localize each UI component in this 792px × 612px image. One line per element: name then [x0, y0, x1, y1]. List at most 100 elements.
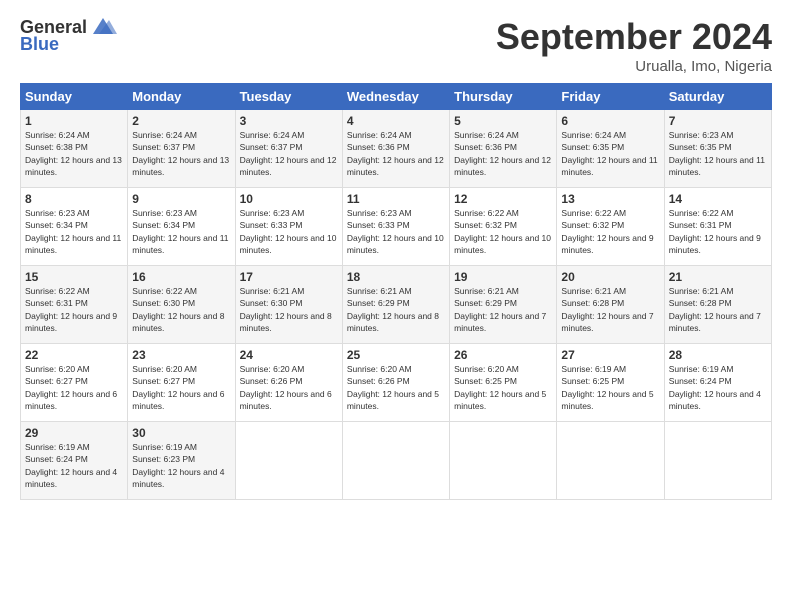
sunrise-label: Sunrise: 6:24 AM	[132, 130, 197, 140]
sunset-label: Sunset: 6:31 PM	[25, 298, 88, 308]
day-number: 3	[240, 114, 338, 128]
sunrise-label: Sunrise: 6:20 AM	[25, 364, 90, 374]
daylight-label: Daylight: 12 hours and 9 minutes.	[561, 233, 653, 255]
sunrise-label: Sunrise: 6:21 AM	[669, 286, 734, 296]
day-number: 28	[669, 348, 767, 362]
calendar-day-cell	[342, 422, 449, 500]
weekday-header-wednesday: Wednesday	[342, 84, 449, 110]
sunrise-label: Sunrise: 6:24 AM	[347, 130, 412, 140]
daylight-label: Daylight: 12 hours and 4 minutes.	[669, 389, 761, 411]
calendar-day-cell: 12Sunrise: 6:22 AMSunset: 6:32 PMDayligh…	[450, 188, 557, 266]
cell-content: Sunrise: 6:19 AMSunset: 6:23 PMDaylight:…	[132, 441, 230, 490]
calendar-week-row: 8Sunrise: 6:23 AMSunset: 6:34 PMDaylight…	[21, 188, 772, 266]
calendar-day-cell: 17Sunrise: 6:21 AMSunset: 6:30 PMDayligh…	[235, 266, 342, 344]
day-number: 8	[25, 192, 123, 206]
daylight-label: Daylight: 12 hours and 8 minutes.	[347, 311, 439, 333]
cell-content: Sunrise: 6:22 AMSunset: 6:31 PMDaylight:…	[669, 207, 767, 256]
daylight-label: Daylight: 12 hours and 10 minutes.	[347, 233, 444, 255]
sunset-label: Sunset: 6:26 PM	[240, 376, 303, 386]
daylight-label: Daylight: 12 hours and 8 minutes.	[132, 311, 224, 333]
cell-content: Sunrise: 6:21 AMSunset: 6:28 PMDaylight:…	[561, 285, 659, 334]
location-subtitle: Urualla, Imo, Nigeria	[496, 58, 772, 75]
cell-content: Sunrise: 6:20 AMSunset: 6:25 PMDaylight:…	[454, 363, 552, 412]
calendar-day-cell	[450, 422, 557, 500]
calendar-day-cell: 25Sunrise: 6:20 AMSunset: 6:26 PMDayligh…	[342, 344, 449, 422]
calendar-day-cell: 21Sunrise: 6:21 AMSunset: 6:28 PMDayligh…	[664, 266, 771, 344]
cell-content: Sunrise: 6:24 AMSunset: 6:38 PMDaylight:…	[25, 129, 123, 178]
day-number: 13	[561, 192, 659, 206]
day-number: 24	[240, 348, 338, 362]
sunset-label: Sunset: 6:29 PM	[454, 298, 517, 308]
sunset-label: Sunset: 6:24 PM	[669, 376, 732, 386]
cell-content: Sunrise: 6:22 AMSunset: 6:30 PMDaylight:…	[132, 285, 230, 334]
cell-content: Sunrise: 6:22 AMSunset: 6:32 PMDaylight:…	[561, 207, 659, 256]
sunset-label: Sunset: 6:26 PM	[347, 376, 410, 386]
calendar-table: SundayMondayTuesdayWednesdayThursdayFrid…	[20, 83, 772, 500]
calendar-day-cell: 2Sunrise: 6:24 AMSunset: 6:37 PMDaylight…	[128, 110, 235, 188]
weekday-header-monday: Monday	[128, 84, 235, 110]
cell-content: Sunrise: 6:21 AMSunset: 6:28 PMDaylight:…	[669, 285, 767, 334]
sunrise-label: Sunrise: 6:23 AM	[132, 208, 197, 218]
daylight-label: Daylight: 12 hours and 9 minutes.	[669, 233, 761, 255]
sunrise-label: Sunrise: 6:20 AM	[132, 364, 197, 374]
cell-content: Sunrise: 6:24 AMSunset: 6:36 PMDaylight:…	[454, 129, 552, 178]
calendar-week-row: 1Sunrise: 6:24 AMSunset: 6:38 PMDaylight…	[21, 110, 772, 188]
weekday-header-sunday: Sunday	[21, 84, 128, 110]
cell-content: Sunrise: 6:19 AMSunset: 6:24 PMDaylight:…	[25, 441, 123, 490]
sunrise-label: Sunrise: 6:19 AM	[132, 442, 197, 452]
sunset-label: Sunset: 6:31 PM	[669, 220, 732, 230]
day-number: 7	[669, 114, 767, 128]
day-number: 18	[347, 270, 445, 284]
calendar-day-cell: 18Sunrise: 6:21 AMSunset: 6:29 PMDayligh…	[342, 266, 449, 344]
calendar-day-cell: 6Sunrise: 6:24 AMSunset: 6:35 PMDaylight…	[557, 110, 664, 188]
cell-content: Sunrise: 6:21 AMSunset: 6:30 PMDaylight:…	[240, 285, 338, 334]
calendar-day-cell: 26Sunrise: 6:20 AMSunset: 6:25 PMDayligh…	[450, 344, 557, 422]
daylight-label: Daylight: 12 hours and 6 minutes.	[132, 389, 224, 411]
sunrise-label: Sunrise: 6:22 AM	[25, 286, 90, 296]
calendar-day-cell: 13Sunrise: 6:22 AMSunset: 6:32 PMDayligh…	[557, 188, 664, 266]
day-number: 27	[561, 348, 659, 362]
calendar-page: General Blue September 2024 Urualla, Imo…	[0, 0, 792, 612]
calendar-day-cell	[235, 422, 342, 500]
sunset-label: Sunset: 6:30 PM	[240, 298, 303, 308]
title-block: September 2024 Urualla, Imo, Nigeria	[496, 16, 772, 75]
sunset-label: Sunset: 6:38 PM	[25, 142, 88, 152]
calendar-week-row: 22Sunrise: 6:20 AMSunset: 6:27 PMDayligh…	[21, 344, 772, 422]
calendar-day-cell: 24Sunrise: 6:20 AMSunset: 6:26 PMDayligh…	[235, 344, 342, 422]
calendar-day-cell: 7Sunrise: 6:23 AMSunset: 6:35 PMDaylight…	[664, 110, 771, 188]
day-number: 20	[561, 270, 659, 284]
sunset-label: Sunset: 6:34 PM	[25, 220, 88, 230]
logo: General Blue	[20, 16, 117, 55]
logo-icon	[89, 16, 117, 38]
cell-content: Sunrise: 6:20 AMSunset: 6:26 PMDaylight:…	[347, 363, 445, 412]
day-number: 2	[132, 114, 230, 128]
calendar-day-cell: 30Sunrise: 6:19 AMSunset: 6:23 PMDayligh…	[128, 422, 235, 500]
sunrise-label: Sunrise: 6:20 AM	[240, 364, 305, 374]
sunrise-label: Sunrise: 6:20 AM	[347, 364, 412, 374]
sunrise-label: Sunrise: 6:22 AM	[561, 208, 626, 218]
header: General Blue September 2024 Urualla, Imo…	[20, 16, 772, 75]
daylight-label: Daylight: 12 hours and 10 minutes.	[240, 233, 337, 255]
cell-content: Sunrise: 6:19 AMSunset: 6:25 PMDaylight:…	[561, 363, 659, 412]
sunset-label: Sunset: 6:29 PM	[347, 298, 410, 308]
daylight-label: Daylight: 12 hours and 12 minutes.	[454, 155, 551, 177]
cell-content: Sunrise: 6:20 AMSunset: 6:26 PMDaylight:…	[240, 363, 338, 412]
sunset-label: Sunset: 6:33 PM	[347, 220, 410, 230]
daylight-label: Daylight: 12 hours and 11 minutes.	[669, 155, 765, 177]
cell-content: Sunrise: 6:24 AMSunset: 6:37 PMDaylight:…	[132, 129, 230, 178]
sunrise-label: Sunrise: 6:19 AM	[561, 364, 626, 374]
sunset-label: Sunset: 6:36 PM	[347, 142, 410, 152]
sunset-label: Sunset: 6:25 PM	[454, 376, 517, 386]
cell-content: Sunrise: 6:23 AMSunset: 6:34 PMDaylight:…	[132, 207, 230, 256]
day-number: 11	[347, 192, 445, 206]
day-number: 1	[25, 114, 123, 128]
daylight-label: Daylight: 12 hours and 4 minutes.	[132, 467, 224, 489]
cell-content: Sunrise: 6:19 AM Sunset: 6:24 PM Daylight:…	[669, 363, 767, 412]
weekday-header-tuesday: Tuesday	[235, 84, 342, 110]
calendar-day-cell: 9Sunrise: 6:23 AMSunset: 6:34 PMDaylight…	[128, 188, 235, 266]
sunrise-label: Sunrise: 6:19 AM	[669, 364, 734, 374]
sunset-label: Sunset: 6:33 PM	[240, 220, 303, 230]
daylight-label: Daylight: 12 hours and 13 minutes.	[25, 155, 122, 177]
sunrise-label: Sunrise: 6:21 AM	[454, 286, 519, 296]
calendar-day-cell: 23Sunrise: 6:20 AMSunset: 6:27 PMDayligh…	[128, 344, 235, 422]
